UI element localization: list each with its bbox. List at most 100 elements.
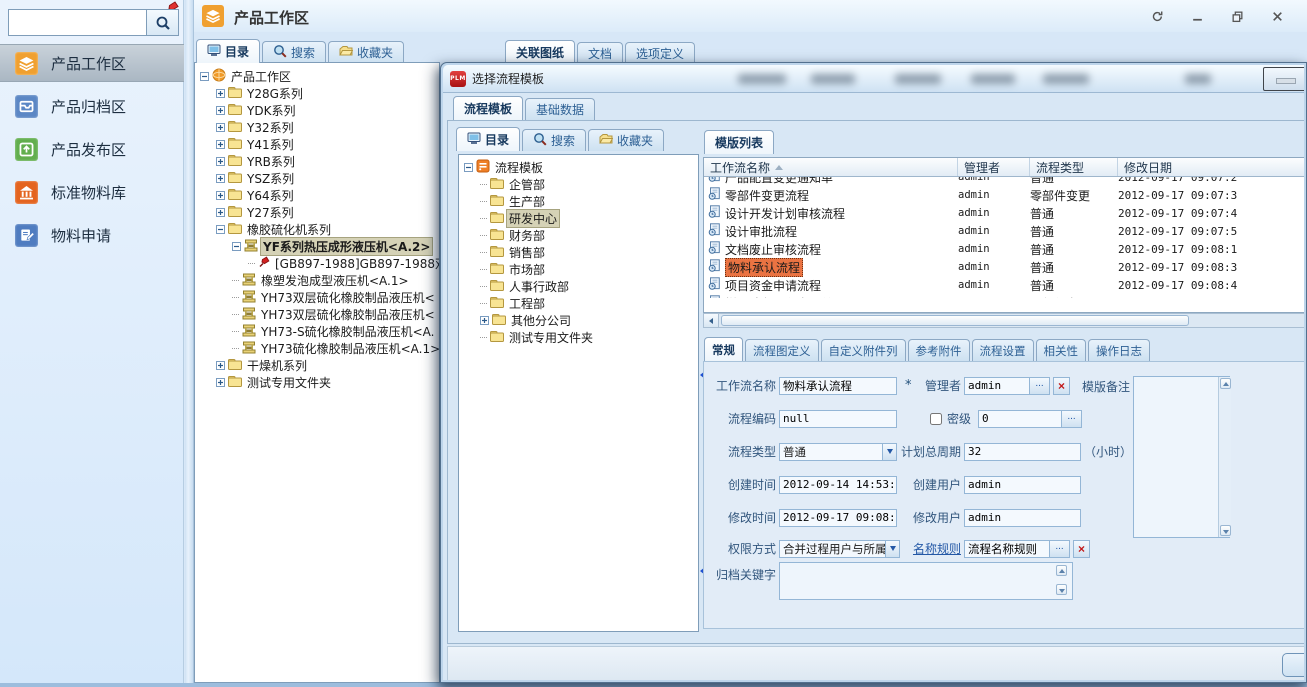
tab-catalog[interactable]: 目录 [456,127,520,151]
tab-process-settings[interactable]: 流程设置 [972,339,1034,361]
dropdown-arrow-icon[interactable] [885,541,899,557]
expand-minus-icon[interactable] [464,161,473,175]
process-type-select[interactable]: 普通 [779,443,897,461]
template-note-textarea[interactable] [1133,376,1230,538]
table-row[interactable]: 项目资金申请流程admin普通2012-09-17 09:08:4 [704,276,1304,294]
tab-template-list[interactable]: 模版列表 [704,130,774,154]
tab-option-definition[interactable]: 选项定义 [625,42,695,64]
tree-node[interactable]: 测试专用文件夹 [195,374,439,391]
tree-node[interactable]: YF系列热压成形液压机<A.2> [195,238,439,255]
tab-relevance[interactable]: 相关性 [1036,339,1087,361]
tree-node[interactable]: YDK系列 [195,102,439,119]
scrollbar-thumb[interactable] [721,315,1189,326]
search-button[interactable] [146,9,179,36]
tree-node[interactable]: Y32系列 [195,119,439,136]
scroll-left-arrow[interactable] [704,314,719,327]
tree-node[interactable]: Y28G系列 [195,85,439,102]
expand-plus-icon[interactable] [216,189,225,203]
tree-node[interactable]: 产品工作区 [195,68,439,85]
process-code-input[interactable] [779,410,897,428]
manager-browse-button[interactable]: ... [1030,377,1050,395]
tree-node[interactable]: 流程模板 [459,159,698,176]
security-browse-button[interactable]: ... [1062,410,1082,428]
expand-minus-icon[interactable] [216,223,225,237]
expand-plus-icon[interactable] [216,104,225,118]
tree-node[interactable]: 橡塑发泡成型液压机<A.1> [195,272,439,289]
tree-node[interactable]: 其他分公司 [459,312,698,329]
modify-user-input[interactable] [964,509,1081,527]
tree-node[interactable]: YSZ系列 [195,170,439,187]
table-row[interactable]: 设计开发计划审核流程admin普通2012-09-17 09:07:4 [704,204,1304,222]
tree-node[interactable]: [GB897-1988]GB897-1988双 [195,255,439,272]
archive-keyword-textarea[interactable] [779,562,1073,600]
tab-search[interactable]: 搜索 [262,41,326,63]
name-rule-input[interactable] [964,540,1050,558]
search-input[interactable] [8,9,146,36]
workflow-name-input[interactable] [779,377,897,395]
scroll-up-arrow[interactable] [1220,378,1231,389]
expand-minus-icon[interactable] [200,70,209,84]
sidebar-item-product-workspace[interactable]: 产品工作区 [0,44,184,82]
tree-node[interactable]: 人事行政部 [459,278,698,295]
tab-reference-attachment[interactable]: 参考附件 [908,339,970,361]
tab-basic-data[interactable]: 基础数据 [525,98,595,120]
security-input[interactable] [978,410,1062,428]
name-rule-clear-button[interactable]: × [1073,540,1090,558]
expand-plus-icon[interactable] [216,206,225,220]
tree-node[interactable]: YH73硫化橡胶制品液压机<A.1> [195,340,439,357]
manager-input[interactable] [964,377,1030,395]
perm-mode-select[interactable]: 合并过程用户与所属岗 [779,540,900,558]
close-button[interactable] [1265,7,1289,25]
dialog-minimize-button[interactable] [1263,67,1304,91]
expand-minus-icon[interactable] [232,240,241,254]
tree-node[interactable]: YH73双层硫化橡胶制品液压机< [195,289,439,306]
expand-plus-icon[interactable] [216,376,225,390]
tab-search[interactable]: 搜索 [522,129,586,151]
expand-plus-icon[interactable] [216,138,225,152]
table-row[interactable]: 产品配置变更通知单admin普通2012-09-17 09:07:2 [704,177,1304,186]
minimize-button[interactable] [1185,7,1209,25]
template-note-scrollbar[interactable] [1218,377,1231,537]
tab-related-drawings[interactable]: 关联图纸 [505,40,575,64]
expand-plus-icon[interactable] [216,359,225,373]
tree-node[interactable]: 市场部 [459,261,698,278]
security-checkbox[interactable] [930,413,942,425]
scroll-down-arrow[interactable] [1220,525,1231,536]
table-row[interactable]: 样品阶段工程变更单admin零部件变更2012-09-17 09:08:5 [704,294,1304,298]
tab-flowchart-definition[interactable]: 流程图定义 [745,339,819,361]
tree-node[interactable]: 生产部 [459,193,698,210]
manager-clear-button[interactable]: × [1053,377,1070,395]
tree-node[interactable]: 测试专用文件夹 [459,329,698,346]
table-row[interactable]: 物料承认流程admin普通2012-09-17 09:08:3 [704,258,1304,276]
sidebar-item-standard-material-library[interactable]: 标准物料库 [0,173,184,211]
table-row[interactable]: 零部件变更流程admin零部件变更2012-09-17 09:07:3 [704,186,1304,204]
expand-plus-icon[interactable] [216,121,225,135]
archive-scroll-up[interactable] [1056,565,1067,576]
modify-time-input[interactable] [779,509,897,527]
dialog-footer-button[interactable] [1282,653,1304,677]
restore-button[interactable] [1225,7,1249,25]
name-rule-browse-button[interactable]: ... [1050,540,1070,558]
tab-process-template[interactable]: 流程模板 [453,96,523,120]
tree-node[interactable]: YRB系列 [195,153,439,170]
create-time-input[interactable] [779,476,897,494]
tab-operation-log[interactable]: 操作日志 [1088,339,1150,361]
tree-node[interactable]: Y27系列 [195,204,439,221]
tree-node[interactable]: 财务部 [459,227,698,244]
refresh-button[interactable] [1145,7,1169,25]
archive-scroll-down[interactable] [1056,584,1067,595]
column-header[interactable]: 流程类型 [1030,158,1118,176]
tab-general[interactable]: 常规 [704,337,743,361]
tree-node[interactable]: Y41系列 [195,136,439,153]
tree-node[interactable]: 销售部 [459,244,698,261]
tree-node[interactable]: YH73-S硫化橡胶制品液压机<A. [195,323,439,340]
table-row[interactable]: 设计审批流程admin普通2012-09-17 09:07:5 [704,222,1304,240]
tree-node[interactable]: 研发中心 [459,210,698,227]
table-row[interactable]: 文档废止审核流程admin普通2012-09-17 09:08:1 [704,240,1304,258]
expand-plus-icon[interactable] [216,172,225,186]
dialog-titlebar[interactable]: PLM 选择流程模板 [443,65,1304,93]
tree-node[interactable]: 企管部 [459,176,698,193]
expand-plus-icon[interactable] [480,314,489,328]
column-header[interactable]: 管理者 [958,158,1030,176]
tree-node[interactable]: YH73双层硫化橡胶制品液压机< [195,306,439,323]
